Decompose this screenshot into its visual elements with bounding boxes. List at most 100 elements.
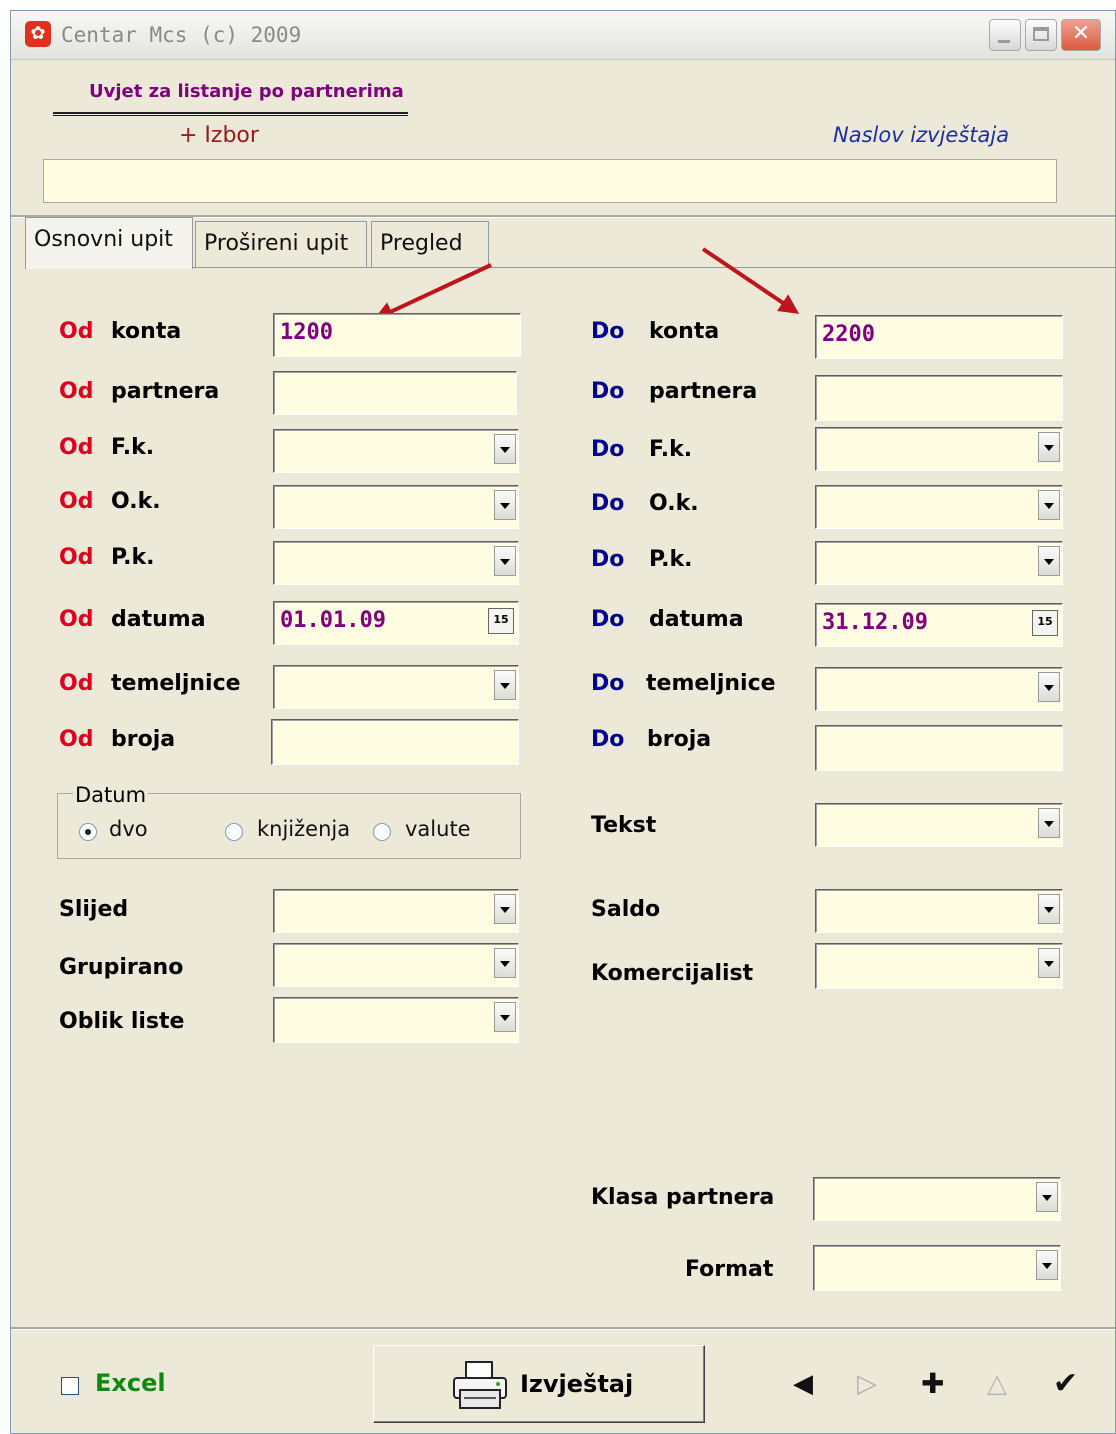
window-title: Centar Mcs (c) 2009 (61, 23, 302, 47)
do-datuma-input[interactable]: 31.12.09 15 (815, 603, 1063, 647)
od-fk-prefix: Od (59, 435, 94, 460)
tab-osnovni-upit[interactable]: Osnovni upit (25, 217, 193, 269)
close-button[interactable]: ✕ (1061, 19, 1101, 51)
od-temeljnice-prefix: Od (59, 671, 94, 696)
do-broja-label: broja (647, 727, 712, 752)
format-label: Format (685, 1257, 774, 1282)
dropdown-arrow-icon[interactable] (1038, 808, 1060, 838)
dropdown-arrow-icon[interactable] (494, 948, 516, 978)
radio-dvo-label[interactable]: dvo (109, 817, 148, 841)
dropdown-arrow-icon[interactable] (1038, 672, 1060, 702)
main-window: ✿ Centar Mcs (c) 2009 ✕ Uvjet za listanj… (10, 10, 1116, 1434)
do-datuma-label: datuma (649, 607, 744, 632)
calendar-icon[interactable]: 15 (488, 608, 514, 634)
grupirano-select[interactable] (273, 943, 519, 987)
calendar-icon[interactable]: 15 (1032, 610, 1058, 636)
dropdown-arrow-icon[interactable] (1038, 490, 1060, 520)
format-select[interactable] (813, 1245, 1061, 1291)
do-pk-select[interactable] (815, 541, 1063, 585)
minimize-button[interactable] (989, 19, 1021, 51)
do-temeljnice-prefix: Do (591, 671, 625, 696)
prev-icon[interactable]: ◀ (793, 1369, 813, 1399)
dropdown-arrow-icon[interactable] (494, 1002, 516, 1032)
od-konta-input[interactable]: 1200 (273, 313, 521, 357)
radio-knjizenja[interactable] (225, 823, 243, 841)
izvjestaj-button-label: Izvještaj (520, 1370, 634, 1398)
do-ok-select[interactable] (815, 485, 1063, 529)
od-fk-select[interactable] (273, 429, 519, 473)
izvjestaj-button[interactable]: Izvještaj (373, 1345, 705, 1423)
radio-valute[interactable] (373, 823, 391, 841)
radio-valute-label[interactable]: valute (405, 817, 471, 841)
left-annotation-arrow (375, 263, 492, 321)
od-konta-prefix: Od (59, 319, 94, 344)
od-pk-select[interactable] (273, 541, 519, 585)
do-fk-label: F.k. (649, 437, 693, 462)
do-fk-prefix: Do (591, 437, 625, 462)
izbor-link[interactable]: + Izbor (179, 123, 259, 148)
excel-label[interactable]: Excel (95, 1369, 166, 1397)
od-broja-input[interactable] (271, 719, 519, 765)
do-datuma-value: 31.12.09 (822, 610, 928, 635)
od-temeljnice-select[interactable] (273, 665, 519, 709)
do-fk-select[interactable] (815, 427, 1063, 471)
od-datuma-input[interactable]: 01.01.09 15 (273, 601, 519, 645)
do-ok-prefix: Do (591, 491, 625, 516)
do-broja-input[interactable] (815, 725, 1063, 771)
od-datuma-prefix: Od (59, 607, 94, 632)
right-annotation-arrow (701, 247, 797, 314)
dropdown-arrow-icon[interactable] (1038, 432, 1060, 462)
do-broja-prefix: Do (591, 727, 625, 752)
datum-group-title: Datum (73, 783, 149, 807)
next-icon[interactable]: ▷ (857, 1369, 877, 1399)
up-icon[interactable]: △ (987, 1369, 1007, 1399)
radio-knjizenja-label[interactable]: knjiženja (257, 817, 350, 841)
confirm-icon[interactable]: ✔ (1053, 1369, 1078, 1399)
printer-icon (453, 1361, 507, 1409)
do-ok-label: O.k. (649, 491, 699, 516)
dropdown-arrow-icon[interactable] (494, 490, 516, 520)
od-datuma-value: 01.01.09 (280, 608, 386, 633)
do-partnera-label: partnera (649, 379, 758, 404)
od-partnera-input[interactable] (273, 371, 517, 415)
dropdown-arrow-icon[interactable] (1036, 1250, 1058, 1280)
dropdown-arrow-icon[interactable] (494, 434, 516, 464)
komercijalist-label: Komercijalist (591, 961, 754, 986)
condition-title: Uvjet za listanje po partnerima (89, 81, 404, 102)
od-broja-label: broja (111, 727, 176, 752)
oblik-liste-select[interactable] (273, 997, 519, 1043)
od-ok-select[interactable] (273, 485, 519, 529)
do-konta-input[interactable]: 2200 (815, 315, 1063, 359)
dropdown-arrow-icon[interactable] (1038, 948, 1060, 978)
do-konta-prefix: Do (591, 319, 625, 344)
klasa-partnera-select[interactable] (813, 1177, 1061, 1221)
tab-prosireni-upit[interactable]: Prošireni upit (195, 221, 367, 267)
title-bar[interactable]: ✿ Centar Mcs (c) 2009 ✕ (11, 11, 1115, 60)
excel-checkbox[interactable] (61, 1377, 79, 1395)
dropdown-arrow-icon[interactable] (494, 894, 516, 924)
tekst-select[interactable] (815, 803, 1063, 847)
tab-panel-border (193, 267, 1115, 268)
do-temeljnice-select[interactable] (815, 667, 1063, 711)
saldo-select[interactable] (815, 889, 1063, 933)
dropdown-arrow-icon[interactable] (1038, 546, 1060, 576)
footer-separator (11, 1327, 1115, 1330)
dropdown-arrow-icon[interactable] (1036, 1182, 1058, 1212)
slijed-select[interactable] (273, 889, 519, 933)
dropdown-arrow-icon[interactable] (1038, 894, 1060, 924)
add-icon[interactable]: ✚ (921, 1369, 944, 1399)
do-partnera-prefix: Do (591, 379, 625, 404)
maximize-button[interactable] (1025, 19, 1057, 51)
dropdown-arrow-icon[interactable] (494, 670, 516, 700)
dropdown-arrow-icon[interactable] (494, 546, 516, 576)
do-partnera-input[interactable] (815, 375, 1063, 421)
od-konta-label: konta (111, 319, 182, 344)
tab-pregled[interactable]: Pregled (371, 221, 489, 267)
radio-dvo[interactable] (79, 823, 97, 841)
od-ok-label: O.k. (111, 489, 161, 514)
od-ok-prefix: Od (59, 489, 94, 514)
report-title-label: Naslov izvještaja (833, 123, 1010, 147)
od-datuma-label: datuma (111, 607, 206, 632)
report-title-input[interactable] (43, 159, 1057, 203)
komercijalist-select[interactable] (815, 943, 1063, 989)
